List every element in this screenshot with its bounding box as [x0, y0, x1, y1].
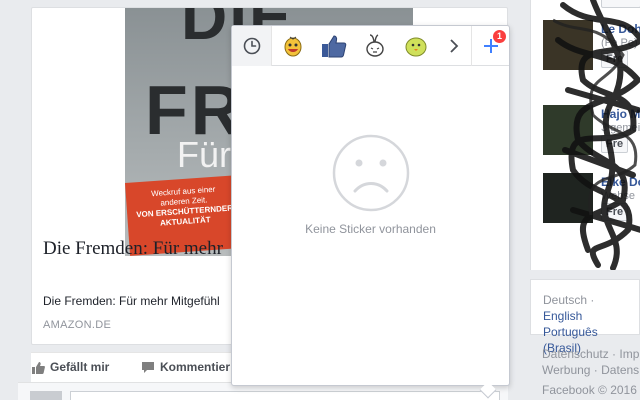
footer-links-1[interactable]: Datenschutz · Imp: [542, 346, 639, 362]
clock-icon: [243, 37, 260, 55]
link-title[interactable]: Die Fremden: Für mehr: [43, 238, 223, 260]
current-language: Deutsch: [543, 293, 588, 307]
tab-recent[interactable]: [232, 26, 272, 66]
rabbit-sticker-icon: [366, 34, 384, 57]
comment-label: Kommentier: [160, 360, 231, 374]
language-selector: Deutsch · English Português (Brasil): [530, 279, 640, 355]
empty-state-text: Keine Sticker vorhanden: [305, 222, 436, 236]
smiley-sticker-icon: [284, 36, 302, 57]
link-domain: AMAZON.DE: [43, 319, 112, 331]
sticker-popover: 1 Keine Sticker vorhanden: [231, 25, 510, 399]
right-column: Le Doh (Fe Pe) Fre Hajo M 3 gemein Fre E…: [530, 0, 640, 400]
footer: Datenschutz · Imp Werbung · Datens Faceb…: [542, 346, 639, 398]
copyright: Facebook © 2016: [542, 383, 637, 397]
comment-icon: [142, 361, 154, 373]
language-english-link[interactable]: English: [543, 309, 582, 323]
chevron-right-icon: [450, 39, 459, 53]
chick-sticker-icon: [405, 37, 427, 57]
tab-chick-stickers[interactable]: [396, 26, 436, 66]
thumbs-up-icon: [32, 361, 45, 374]
like-button[interactable]: Gefällt mir: [31, 360, 109, 374]
sticker-store-button[interactable]: 1: [471, 26, 509, 66]
tab-rabbit-stickers[interactable]: [355, 26, 395, 66]
link-description: Die Fremden: Für mehr Mitgefühl: [43, 294, 220, 308]
people-you-may-know: Le Doh (Fe Pe) Fre Hajo M 3 gemein Fre E…: [530, 0, 640, 270]
tab-smiley-stickers[interactable]: [273, 26, 313, 66]
notification-badge: 1: [493, 30, 506, 43]
thumbs-up-sticker-icon: [322, 35, 347, 58]
tab-thumbs-stickers[interactable]: [314, 26, 354, 66]
language-separator: ·: [587, 293, 595, 307]
scribble-overlay: [553, 0, 640, 270]
sad-face-icon: [332, 134, 410, 212]
footer-links-2[interactable]: Werbung · Datens: [542, 362, 639, 378]
avatar: [30, 391, 62, 400]
comment-input[interactable]: [70, 391, 500, 400]
like-label: Gefällt mir: [50, 360, 110, 374]
sticker-tab-bar: 1: [232, 26, 509, 66]
comment-button[interactable]: Kommentier: [141, 360, 230, 374]
next-tabs-button[interactable]: [437, 26, 471, 66]
